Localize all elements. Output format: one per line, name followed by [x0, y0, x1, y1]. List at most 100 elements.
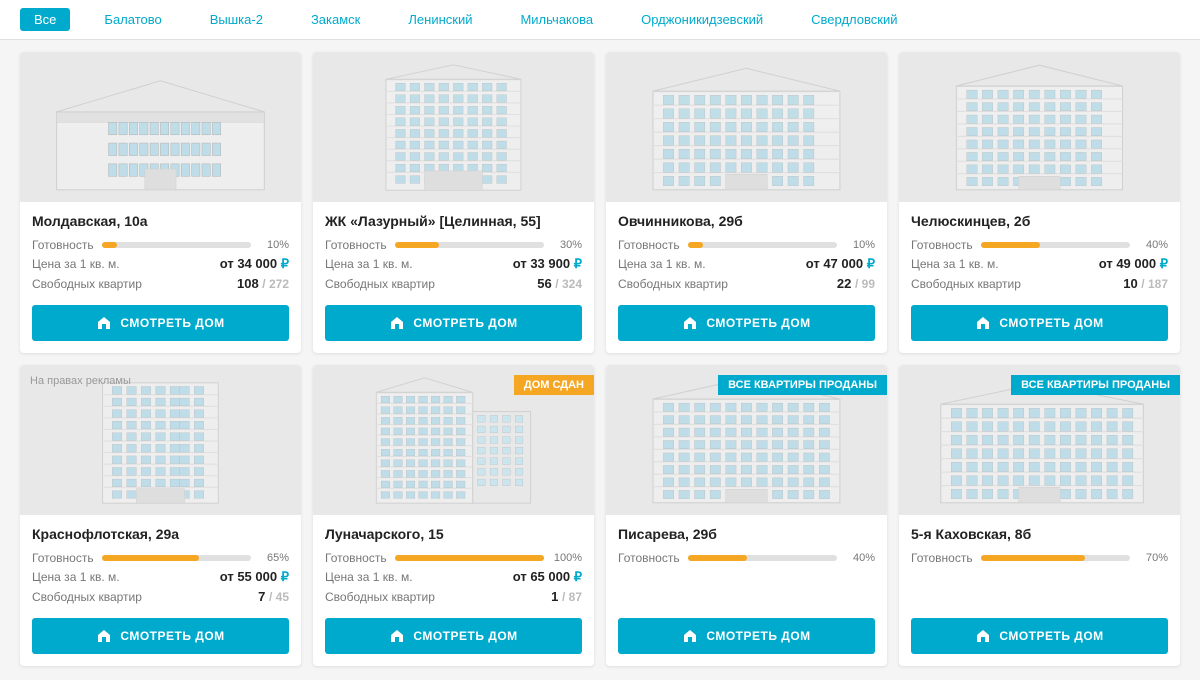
price-row: Цена за 1 кв. м. от 49 000 ₽ — [911, 256, 1168, 272]
price-value: от 34 000 ₽ — [220, 256, 289, 272]
card-body: Луначарского, 15 Готовность 100% Цена за… — [313, 515, 594, 618]
price-label: Цена за 1 кв. м. — [32, 570, 120, 584]
free-total: / 324 — [555, 277, 582, 291]
free-label: Свободных квартир — [618, 277, 728, 291]
progress-bar-wrap — [395, 555, 544, 561]
property-card: ВСЕ КВАРТИРЫ ПРОДАНЫ Писарева, 29б Готовн… — [606, 365, 887, 666]
view-house-button[interactable]: СМОТРЕТЬ ДОМ — [32, 618, 289, 654]
btn-label: СМОТРЕТЬ ДОМ — [413, 629, 517, 643]
readiness-pct: 70% — [1138, 552, 1168, 564]
house-icon — [389, 628, 405, 644]
house-icon — [96, 315, 112, 331]
readiness-pct: 40% — [845, 552, 875, 564]
readiness-label: Готовность — [911, 551, 973, 565]
filter-btn-вышка-2[interactable]: Вышка-2 — [196, 8, 277, 31]
card-body: 5-я Каховская, 8б Готовность 70% — [899, 515, 1180, 618]
card-title: Овчинникова, 29б — [618, 212, 875, 230]
view-house-button[interactable]: СМОТРЕТЬ ДОМ — [911, 618, 1168, 654]
house-icon — [975, 315, 991, 331]
card-body: Овчинникова, 29б Готовность 10% Цена за … — [606, 202, 887, 305]
card-footer: СМОТРЕТЬ ДОМ — [606, 305, 887, 353]
card-footer: СМОТРЕТЬ ДОМ — [606, 618, 887, 666]
filter-btn-мильчакова[interactable]: Мильчакова — [506, 8, 607, 31]
card-footer: СМОТРЕТЬ ДОМ — [313, 305, 594, 353]
property-card: Молдавская, 10а Готовность 10% Цена за 1… — [20, 52, 301, 353]
free-label: Свободных квартир — [325, 277, 435, 291]
price-row: Цена за 1 кв. м. от 33 900 ₽ — [325, 256, 582, 272]
progress-bar-wrap — [395, 242, 544, 248]
progress-bar-wrap — [981, 242, 1130, 248]
card-image — [606, 52, 887, 202]
free-value: 7 / 45 — [258, 589, 289, 604]
card-watermark: На правах рекламы — [30, 375, 131, 387]
free-total: / 272 — [262, 277, 289, 291]
view-house-button[interactable]: СМОТРЕТЬ ДОМ — [911, 305, 1168, 341]
free-value: 108 / 272 — [237, 276, 289, 291]
readiness-label: Готовность — [325, 551, 387, 565]
card-title: Писарева, 29б — [618, 525, 875, 543]
price-row: Цена за 1 кв. м. от 47 000 ₽ — [618, 256, 875, 272]
currency-symbol: ₽ — [1160, 256, 1168, 271]
readiness-row: Готовность 10% — [32, 238, 289, 252]
property-card: На правах рекламыКраснофлотская, 29а Гот… — [20, 365, 301, 666]
cards-grid: Молдавская, 10а Готовность 10% Цена за 1… — [0, 40, 1200, 678]
card-footer: СМОТРЕТЬ ДОМ — [899, 305, 1180, 353]
card-image: ВСЕ КВАРТИРЫ ПРОДАНЫ — [606, 365, 887, 515]
btn-label: СМОТРЕТЬ ДОМ — [706, 316, 810, 330]
btn-label: СМОТРЕТЬ ДОМ — [999, 629, 1103, 643]
progress-bar-fill — [981, 242, 1041, 248]
free-total: / 87 — [562, 590, 582, 604]
view-house-button[interactable]: СМОТРЕТЬ ДОМ — [618, 305, 875, 341]
view-house-button[interactable]: СМОТРЕТЬ ДОМ — [32, 305, 289, 341]
card-body: ЖК «Лазурный» [Целинная, 55] Готовность … — [313, 202, 594, 305]
filter-btn-свердловский[interactable]: Свердловский — [797, 8, 911, 31]
card-badge: ДОМ СДАН — [514, 375, 594, 395]
currency-symbol: ₽ — [574, 256, 582, 271]
filter-btn-орджоникидзевский[interactable]: Орджоникидзевский — [627, 8, 777, 31]
card-image: ВСЕ КВАРТИРЫ ПРОДАНЫ — [899, 365, 1180, 515]
view-house-button[interactable]: СМОТРЕТЬ ДОМ — [325, 305, 582, 341]
free-row: Свободных квартир 56 / 324 — [325, 276, 582, 291]
progress-bar-wrap — [102, 242, 251, 248]
btn-label: СМОТРЕТЬ ДОМ — [706, 629, 810, 643]
free-row: Свободных квартир 22 / 99 — [618, 276, 875, 291]
view-house-button[interactable]: СМОТРЕТЬ ДОМ — [325, 618, 582, 654]
card-title: ЖК «Лазурный» [Целинная, 55] — [325, 212, 582, 230]
free-total: / 99 — [855, 277, 875, 291]
property-card: ВСЕ КВАРТИРЫ ПРОДАНЫ5-я Каховская, 8б Го… — [899, 365, 1180, 666]
price-row: Цена за 1 кв. м. от 55 000 ₽ — [32, 569, 289, 585]
filter-btn-все[interactable]: Все — [20, 8, 70, 31]
price-value: от 47 000 ₽ — [806, 256, 875, 272]
readiness-label: Готовность — [32, 238, 94, 252]
card-image — [899, 52, 1180, 202]
btn-label: СМОТРЕТЬ ДОМ — [120, 316, 224, 330]
readiness-label: Готовность — [618, 551, 680, 565]
readiness-row: Готовность 100% — [325, 551, 582, 565]
free-row: Свободных квартир 1 / 87 — [325, 589, 582, 604]
free-value: 10 / 187 — [1123, 276, 1168, 291]
readiness-pct: 30% — [552, 239, 582, 251]
filter-btn-ленинский[interactable]: Ленинский — [394, 8, 486, 31]
card-footer: СМОТРЕТЬ ДОМ — [899, 618, 1180, 666]
card-image — [313, 52, 594, 202]
card-title: 5-я Каховская, 8б — [911, 525, 1168, 543]
btn-label: СМОТРЕТЬ ДОМ — [999, 316, 1103, 330]
price-label: Цена за 1 кв. м. — [32, 257, 120, 271]
filter-btn-балатово[interactable]: Балатово — [90, 8, 175, 31]
price-value: от 33 900 ₽ — [513, 256, 582, 272]
free-row: Свободных квартир 7 / 45 — [32, 589, 289, 604]
progress-bar-fill — [102, 242, 117, 248]
price-label: Цена за 1 кв. м. — [325, 257, 413, 271]
card-title: Челюскинцев, 2б — [911, 212, 1168, 230]
house-icon — [389, 315, 405, 331]
progress-bar-wrap — [688, 242, 837, 248]
card-badge: ВСЕ КВАРТИРЫ ПРОДАНЫ — [718, 375, 887, 395]
readiness-label: Готовность — [32, 551, 94, 565]
house-icon — [682, 628, 698, 644]
price-label: Цена за 1 кв. м. — [911, 257, 999, 271]
readiness-label: Готовность — [911, 238, 973, 252]
filter-btn-закамск[interactable]: Закамск — [297, 8, 374, 31]
free-total: / 45 — [269, 590, 289, 604]
view-house-button[interactable]: СМОТРЕТЬ ДОМ — [618, 618, 875, 654]
card-footer: СМОТРЕТЬ ДОМ — [20, 618, 301, 666]
